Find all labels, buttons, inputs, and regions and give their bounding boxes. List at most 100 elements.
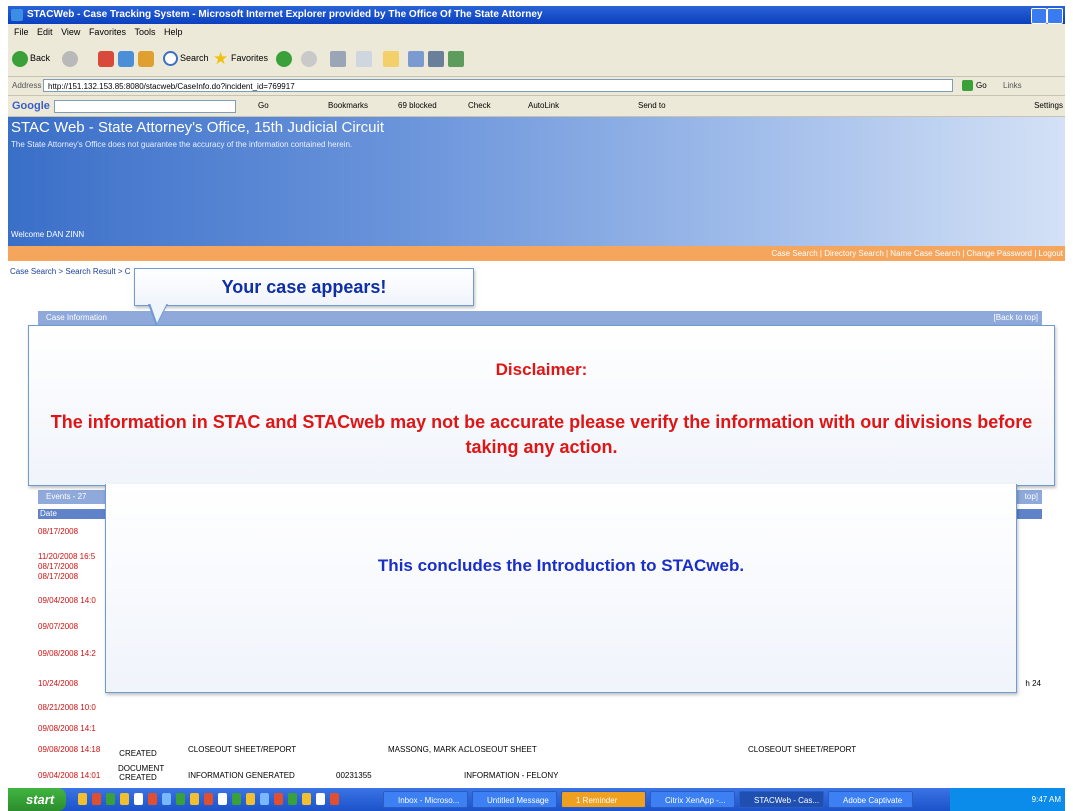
menu-edit[interactable]: Edit bbox=[37, 27, 53, 37]
nav-bar: Case Search | Directory Search | Name Ca… bbox=[8, 246, 1065, 261]
popup-blocker-button[interactable]: 69 blocked bbox=[398, 96, 437, 116]
menu-favorites[interactable]: Favorites bbox=[89, 27, 126, 37]
quicklaunch-icon[interactable] bbox=[246, 793, 255, 805]
print-button[interactable] bbox=[330, 49, 348, 67]
minimize-button[interactable] bbox=[1031, 8, 1047, 24]
mail-button[interactable] bbox=[301, 49, 319, 67]
event-date: 08/21/2008 10:0 bbox=[38, 703, 96, 712]
taskbar-item-stacweb[interactable]: STACWeb - Cas... bbox=[739, 791, 824, 808]
menu-file[interactable]: File bbox=[14, 27, 29, 37]
ie-window: STACWeb - Case Tracking System - Microso… bbox=[8, 6, 1065, 811]
go-arrow-icon[interactable] bbox=[962, 80, 973, 91]
quicklaunch-icon[interactable] bbox=[190, 793, 199, 805]
maximize-button[interactable] bbox=[1047, 8, 1063, 24]
favorites-button[interactable]: ★ Favorites bbox=[213, 49, 268, 67]
page-subtitle: The State Attorney's Office does not gua… bbox=[11, 140, 353, 149]
quicklaunch-icon[interactable] bbox=[120, 793, 129, 805]
taskbar-item-reminder[interactable]: 1 Reminder bbox=[561, 791, 646, 808]
quicklaunch-icon[interactable] bbox=[92, 793, 101, 805]
address-label: Address bbox=[12, 81, 42, 90]
event-date: 08/17/2008 bbox=[38, 562, 79, 571]
send-to-button[interactable]: Send to bbox=[638, 96, 666, 116]
breadcrumb[interactable]: Case Search > Search Result > C bbox=[10, 267, 131, 276]
quicklaunch-icon[interactable] bbox=[176, 793, 185, 805]
google-search-input[interactable] bbox=[54, 100, 236, 113]
quicklaunch-icon[interactable] bbox=[78, 793, 87, 805]
quicklaunch-icon[interactable] bbox=[106, 793, 115, 805]
taskbar-item-inbox[interactable]: Inbox - Microso... bbox=[383, 791, 468, 808]
research-button[interactable] bbox=[408, 49, 426, 67]
forward-arrow-icon bbox=[62, 50, 78, 67]
taskbar-item-citrix[interactable]: Citrix XenApp -... bbox=[650, 791, 735, 808]
event-document: INFORMATION - FELONY bbox=[464, 771, 559, 780]
bookmarks-button[interactable]: Bookmarks bbox=[328, 96, 368, 116]
mail-icon bbox=[301, 50, 317, 67]
event-type: CREATED bbox=[119, 749, 157, 758]
quicklaunch-icon[interactable] bbox=[218, 793, 227, 805]
google-go-button[interactable]: Go bbox=[258, 96, 269, 116]
event-date: 11/20/2008 16:5 bbox=[38, 552, 96, 561]
quicklaunch-icon[interactable] bbox=[134, 793, 143, 805]
event-date: 10/24/2008 bbox=[38, 679, 79, 688]
tools-button[interactable] bbox=[428, 49, 446, 67]
quicklaunch-icon[interactable] bbox=[302, 793, 311, 805]
go-button[interactable]: Go bbox=[976, 77, 987, 95]
edit-button[interactable] bbox=[356, 49, 374, 67]
stop-icon bbox=[98, 50, 114, 67]
menu-tools[interactable]: Tools bbox=[134, 27, 155, 37]
quicklaunch-icon[interactable] bbox=[232, 793, 241, 805]
quicklaunch-icon[interactable] bbox=[288, 793, 297, 805]
forward-button[interactable] bbox=[62, 49, 80, 67]
refresh-button[interactable] bbox=[118, 49, 136, 67]
window-title: STACWeb - Case Tracking System - Microso… bbox=[27, 9, 543, 20]
quicklaunch-icon[interactable] bbox=[148, 793, 157, 805]
menu-help[interactable]: Help bbox=[164, 27, 183, 37]
quicklaunch-icon[interactable] bbox=[260, 793, 269, 805]
back-arrow-icon bbox=[12, 50, 28, 67]
standard-toolbar: Back Search ★ Favorites bbox=[8, 40, 1065, 77]
messenger-button[interactable] bbox=[383, 49, 401, 67]
event-document: CLOSEOUT SHEET bbox=[464, 745, 537, 754]
menu-view[interactable]: View bbox=[61, 27, 80, 37]
conclusion-text: This concludes the Introduction to STACw… bbox=[377, 556, 745, 575]
settings-button[interactable]: Settings bbox=[1034, 96, 1063, 116]
links-button[interactable]: Links bbox=[1003, 77, 1022, 95]
taskbar-item-untitled-message[interactable]: Untitled Message bbox=[472, 791, 557, 808]
books-icon bbox=[428, 50, 444, 67]
event-person: MASSONG, MARK A. bbox=[388, 745, 466, 754]
spell-check-button[interactable]: Check bbox=[468, 96, 491, 116]
quicklaunch-icon[interactable] bbox=[162, 793, 171, 805]
event-number: 00231355 bbox=[336, 771, 372, 780]
taskbar-item-adobe-captivate[interactable]: Adobe Captivate bbox=[828, 791, 913, 808]
page-header-banner: STAC Web - State Attorney's Office, 15th… bbox=[8, 117, 1065, 246]
back-button[interactable]: Back bbox=[12, 49, 50, 67]
stop-button[interactable] bbox=[98, 49, 116, 67]
people-button[interactable] bbox=[448, 49, 466, 67]
address-input[interactable]: http://151.132.153.85:8080/stacweb/CaseI… bbox=[43, 79, 953, 92]
event-date: 09/04/2008 14:0 bbox=[38, 596, 96, 605]
event-date: 09/08/2008 14:18 bbox=[38, 745, 101, 754]
back-to-top-link[interactable]: [Back to top] bbox=[994, 311, 1038, 325]
event-date: 08/17/2008 bbox=[38, 527, 79, 536]
quicklaunch-icon[interactable] bbox=[204, 793, 213, 805]
disclaimer-callout: Disclaimer: The information in STAC and … bbox=[28, 325, 1055, 486]
events-back-to-top-link[interactable]: top] bbox=[1025, 490, 1038, 504]
search-button[interactable]: Search bbox=[163, 49, 209, 67]
quicklaunch-icon[interactable] bbox=[316, 793, 325, 805]
autolink-button[interactable]: AutoLink bbox=[528, 96, 559, 116]
event-description: CLOSEOUT SHEET/REPORT bbox=[188, 745, 297, 754]
history-button[interactable] bbox=[276, 49, 294, 67]
print-icon bbox=[330, 50, 346, 67]
title-bar[interactable]: STACWeb - Case Tracking System - Microso… bbox=[8, 6, 1065, 24]
start-button[interactable]: start bbox=[8, 788, 66, 811]
home-button[interactable] bbox=[138, 49, 156, 67]
quicklaunch-icon[interactable] bbox=[274, 793, 283, 805]
case-appears-callout: Your case appears! bbox=[134, 268, 474, 306]
nav-links[interactable]: Case Search | Directory Search | Name Ca… bbox=[771, 246, 1063, 261]
quicklaunch-icon[interactable] bbox=[330, 793, 339, 805]
system-tray: 9:47 AM bbox=[950, 788, 1065, 811]
event-date: 09/08/2008 14:1 bbox=[38, 724, 96, 733]
event-date: 08/17/2008 bbox=[38, 572, 79, 581]
clock[interactable]: 9:47 AM bbox=[1032, 795, 1061, 804]
people-icon bbox=[448, 50, 464, 67]
